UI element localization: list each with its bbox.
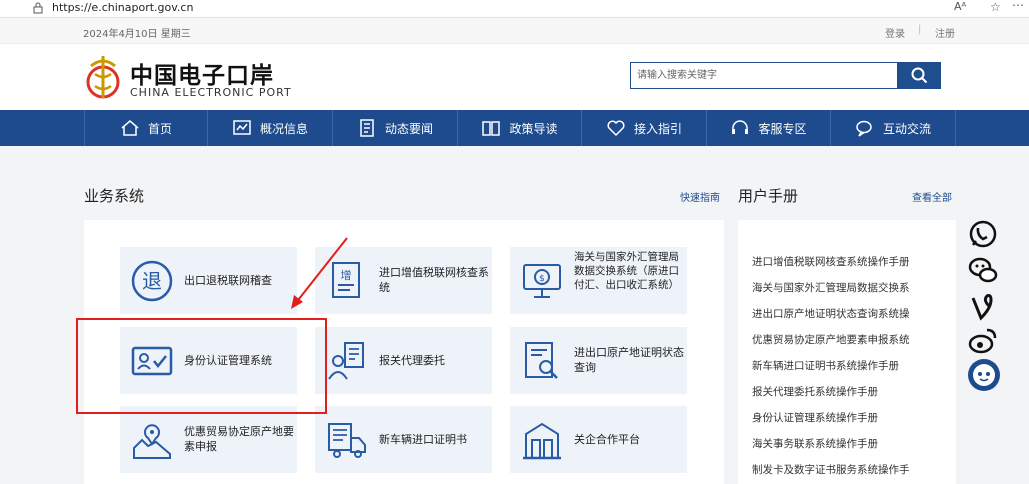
news-icon — [360, 119, 374, 137]
current-date: 2024年4月10日 星期三 — [83, 29, 191, 40]
nav-label: 客服专区 — [758, 121, 807, 136]
manual-item[interactable]: 海关与国家外汇管理局数据交换系 — [752, 280, 910, 295]
card-origin-declare[interactable]: 优惠贸易协定原产地要素申报 — [120, 406, 297, 473]
site-logo-icon[interactable] — [83, 52, 123, 102]
robot-icon[interactable] — [967, 358, 1001, 392]
svg-text:退: 退 — [142, 269, 162, 293]
doc-search-icon — [525, 342, 558, 379]
building-icon — [523, 422, 561, 460]
nav-item-news[interactable]: 动态要闻 — [333, 110, 458, 146]
card-customs-enterprise[interactable]: 关企合作平台 — [510, 406, 687, 473]
nav-item-access[interactable]: 接入指引 — [582, 110, 707, 146]
annotation-highlight-box — [76, 318, 327, 414]
chart-icon — [233, 120, 251, 135]
svg-text:$: $ — [539, 274, 545, 284]
chat-icon — [856, 120, 872, 137]
more-icon[interactable]: ⋯ — [1012, 0, 1024, 12]
separator: | — [918, 24, 922, 35]
card-label: 关企合作平台 — [574, 433, 640, 446]
site-title-cn: 中国电子口岸 — [130, 63, 274, 89]
nav-label: 互动交流 — [882, 121, 931, 136]
lock-icon — [33, 2, 43, 14]
card-label: 优惠贸易协定原产地要素申报 — [184, 425, 294, 453]
home-icon — [121, 120, 139, 136]
view-all-link[interactable]: 查看全部 — [912, 189, 952, 204]
card-label: 进口增值税联网核查系统 — [379, 266, 489, 294]
site-header: 中国电子口岸 CHINA ELECTRONIC PORT — [0, 44, 1029, 110]
address-url[interactable]: https://e.chinaport.gov.cn — [52, 1, 193, 14]
reader-mode-icon[interactable]: Aᴬ — [954, 0, 966, 13]
site-title-en: CHINA ELECTRONIC PORT — [130, 86, 292, 99]
card-new-vehicle[interactable]: 新车辆进口证明书 — [315, 406, 492, 473]
tax-refund-icon: 退 — [131, 260, 173, 302]
vine-icon[interactable] — [967, 290, 999, 322]
nav-item-service[interactable]: 客服专区 — [707, 110, 831, 146]
heart-icon — [607, 120, 625, 137]
annotation-arrow — [291, 237, 348, 309]
nav-label: 政策导读 — [509, 121, 558, 136]
register-link[interactable]: 注册 — [935, 25, 955, 40]
search-icon — [911, 67, 928, 84]
browser-address-bar: https://e.chinaport.gov.cn Aᴬ ☆ ⋯ — [0, 0, 1029, 18]
biz-section-title: 业务系统 — [84, 187, 145, 205]
card-forex-exchange[interactable]: $ 海关与国家外汇管理局数据交换系统（原进口付汇、出口收汇系统） — [510, 247, 687, 314]
quick-guide-link[interactable]: 快速指南 — [680, 189, 720, 204]
wechat-icon[interactable] — [967, 254, 999, 286]
search-input[interactable] — [630, 62, 898, 89]
card-label: 新车辆进口证明书 — [379, 433, 467, 446]
card-label: 进出口原产地证明状态查询 — [574, 346, 684, 374]
manual-section-title: 用户手册 — [738, 187, 799, 205]
nav-item-overview[interactable]: 概况信息 — [208, 110, 333, 146]
wechat-phone-icon[interactable] — [967, 218, 999, 250]
manual-item[interactable]: 报关代理委托系统操作手册 — [752, 384, 878, 399]
agent-icon — [328, 342, 364, 380]
nav-item-policy[interactable]: 政策导读 — [458, 110, 582, 146]
user-manual-panel: 进口增值税联网核查系统操作手册 海关与国家外汇管理局数据交换系 进出口原产地证明… — [738, 220, 956, 484]
book-icon — [482, 121, 501, 136]
search-button[interactable] — [898, 62, 941, 89]
nav-item-home[interactable]: 首页 — [84, 110, 208, 146]
nav-label: 接入指引 — [633, 121, 682, 136]
manual-item[interactable]: 进口增值税联网核查系统操作手册 — [752, 254, 910, 269]
truck-icon — [328, 423, 366, 458]
card-customs-agent[interactable]: 报关代理委托 — [315, 327, 492, 394]
manual-item[interactable]: 身份认证管理系统操作手册 — [752, 410, 878, 425]
manual-item[interactable]: 优惠贸易协定原产地要素申报系统 — [752, 332, 910, 347]
card-label: 报关代理委托 — [379, 354, 445, 367]
star-icon[interactable]: ☆ — [990, 0, 1001, 14]
card-label: 海关与国家外汇管理局数据交换系统（原进口付汇、出口收汇系统） — [574, 251, 679, 291]
headset-icon — [732, 120, 749, 134]
manual-item[interactable]: 海关事务联系系统操作手册 — [752, 436, 878, 451]
nav-label: 动态要闻 — [384, 121, 433, 136]
card-export-tax-refund[interactable]: 退 出口退税联网稽查 — [120, 247, 297, 314]
main-nav: 首页 概况信息 动态要闻 政策导读 接入指引 客服专区 互动交流 — [0, 110, 1029, 146]
map-pin-icon — [133, 424, 171, 459]
card-origin-status[interactable]: 进出口原产地证明状态查询 — [510, 327, 687, 394]
login-link[interactable]: 登录 — [885, 25, 905, 40]
nav-label: 概况信息 — [259, 121, 308, 136]
nav-label: 首页 — [147, 121, 172, 136]
manual-item[interactable]: 进出口原产地证明状态查询系统操 — [752, 306, 910, 321]
monitor-exchange-icon: $ — [523, 264, 561, 298]
manual-item[interactable]: 新车辆进口证明书系统操作手册 — [752, 358, 899, 373]
top-info-bar: 2024年4月10日 星期三 登录 | 注册 — [0, 18, 1029, 44]
manual-item[interactable]: 制发卡及数字证书服务系统操作手 — [752, 462, 910, 477]
nav-item-interact[interactable]: 互动交流 — [831, 110, 956, 146]
card-label: 出口退税联网稽查 — [184, 274, 272, 287]
weibo-icon[interactable] — [967, 324, 999, 356]
